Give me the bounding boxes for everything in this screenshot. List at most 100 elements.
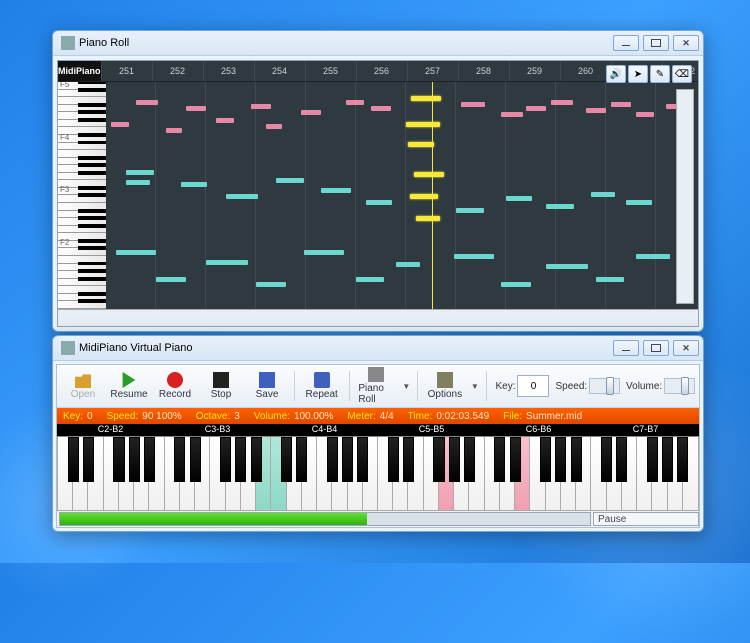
midi-note[interactable]: [266, 124, 282, 129]
resume-button[interactable]: Resume: [107, 367, 151, 405]
virtual-piano-titlebar[interactable]: MidiPiano Virtual Piano ✕: [53, 336, 703, 361]
maximize-button[interactable]: [643, 340, 669, 356]
save-button[interactable]: Save: [245, 367, 289, 405]
horizontal-scrollbar[interactable]: [58, 309, 698, 326]
midi-note[interactable]: [546, 264, 588, 269]
pencil-tool-icon[interactable]: ✎: [650, 65, 670, 83]
options-dropdown-icon[interactable]: ▼: [469, 382, 481, 391]
black-key[interactable]: [464, 437, 475, 482]
midi-note[interactable]: [226, 194, 258, 199]
midi-note[interactable]: [206, 260, 248, 265]
midi-note[interactable]: [251, 104, 271, 109]
midi-note[interactable]: [416, 216, 440, 221]
black-key[interactable]: [601, 437, 612, 482]
midi-note[interactable]: [321, 188, 351, 193]
volume-slider[interactable]: [664, 378, 695, 394]
midi-note[interactable]: [346, 100, 364, 105]
progress-bar[interactable]: [59, 512, 591, 526]
black-key[interactable]: [357, 437, 368, 482]
midi-note[interactable]: [126, 170, 154, 175]
pointer-tool-icon[interactable]: ➤: [628, 65, 648, 83]
midi-note[interactable]: [276, 178, 304, 183]
piano-keyboard[interactable]: [57, 436, 699, 511]
midi-note[interactable]: [126, 180, 150, 185]
black-key[interactable]: [113, 437, 124, 482]
black-key[interactable]: [555, 437, 566, 482]
minimize-button[interactable]: [613, 35, 639, 51]
black-key[interactable]: [662, 437, 673, 482]
piano-roll-grid[interactable]: [106, 82, 698, 309]
piano-roll-dropdown-icon[interactable]: ▼: [400, 382, 412, 391]
midi-note[interactable]: [611, 102, 631, 107]
midi-note[interactable]: [456, 208, 484, 213]
black-key[interactable]: [510, 437, 521, 482]
black-key[interactable]: [83, 437, 94, 482]
black-key[interactable]: [68, 437, 79, 482]
midi-note[interactable]: [111, 122, 129, 127]
midi-note[interactable]: [636, 254, 670, 259]
black-key[interactable]: [616, 437, 627, 482]
open-button[interactable]: Open: [61, 367, 105, 405]
black-key[interactable]: [433, 437, 444, 482]
midi-note[interactable]: [181, 182, 207, 187]
midi-note[interactable]: [371, 106, 391, 111]
black-key[interactable]: [342, 437, 353, 482]
black-key[interactable]: [494, 437, 505, 482]
close-button[interactable]: ✕: [673, 35, 699, 51]
midi-note[interactable]: [366, 200, 392, 205]
midi-note[interactable]: [136, 100, 158, 105]
midi-note[interactable]: [454, 254, 494, 259]
erase-tool-icon[interactable]: ⌫: [672, 65, 692, 83]
midi-note[interactable]: [626, 200, 652, 205]
midi-note[interactable]: [156, 277, 186, 282]
midi-note[interactable]: [526, 106, 546, 111]
midi-note[interactable]: [256, 282, 286, 287]
black-key[interactable]: [571, 437, 582, 482]
midi-note[interactable]: [186, 106, 206, 111]
midi-note[interactable]: [166, 128, 182, 133]
record-button[interactable]: Record: [153, 367, 197, 405]
black-key[interactable]: [174, 437, 185, 482]
key-stepper[interactable]: [517, 375, 549, 397]
midi-note[interactable]: [396, 262, 420, 267]
close-button[interactable]: ✕: [673, 340, 699, 356]
midi-note[interactable]: [408, 142, 434, 147]
midi-note[interactable]: [461, 102, 485, 107]
vertical-scrollbar[interactable]: [676, 89, 694, 304]
midi-note[interactable]: [304, 250, 344, 255]
midi-note[interactable]: [501, 282, 531, 287]
midi-note[interactable]: [414, 172, 444, 177]
minimize-button[interactable]: [613, 340, 639, 356]
black-key[interactable]: [327, 437, 338, 482]
black-key[interactable]: [449, 437, 460, 482]
black-key[interactable]: [235, 437, 246, 482]
piano-roll-button[interactable]: Piano Roll: [354, 367, 398, 405]
midi-note[interactable]: [551, 100, 573, 105]
midi-note[interactable]: [591, 192, 615, 197]
midi-note[interactable]: [501, 112, 523, 117]
black-key[interactable]: [647, 437, 658, 482]
midi-note[interactable]: [546, 204, 574, 209]
repeat-button[interactable]: Repeat: [300, 367, 344, 405]
midi-note[interactable]: [301, 110, 321, 115]
midi-note[interactable]: [406, 122, 440, 127]
black-key[interactable]: [251, 437, 262, 482]
black-key[interactable]: [296, 437, 307, 482]
midi-note[interactable]: [636, 112, 654, 117]
midi-note[interactable]: [116, 250, 156, 255]
piano-roll-keys[interactable]: F5F4F3F2: [58, 82, 106, 309]
speed-slider[interactable]: [589, 378, 620, 394]
black-key[interactable]: [190, 437, 201, 482]
black-key[interactable]: [129, 437, 140, 482]
black-key[interactable]: [540, 437, 551, 482]
black-key[interactable]: [220, 437, 231, 482]
black-key[interactable]: [403, 437, 414, 482]
midi-note[interactable]: [356, 277, 384, 282]
black-key[interactable]: [281, 437, 292, 482]
sound-tool-icon[interactable]: 🔊: [606, 65, 626, 83]
options-button[interactable]: Options: [423, 367, 467, 405]
midi-note[interactable]: [506, 196, 532, 201]
black-key[interactable]: [677, 437, 688, 482]
black-key[interactable]: [144, 437, 155, 482]
midi-note[interactable]: [216, 118, 234, 123]
